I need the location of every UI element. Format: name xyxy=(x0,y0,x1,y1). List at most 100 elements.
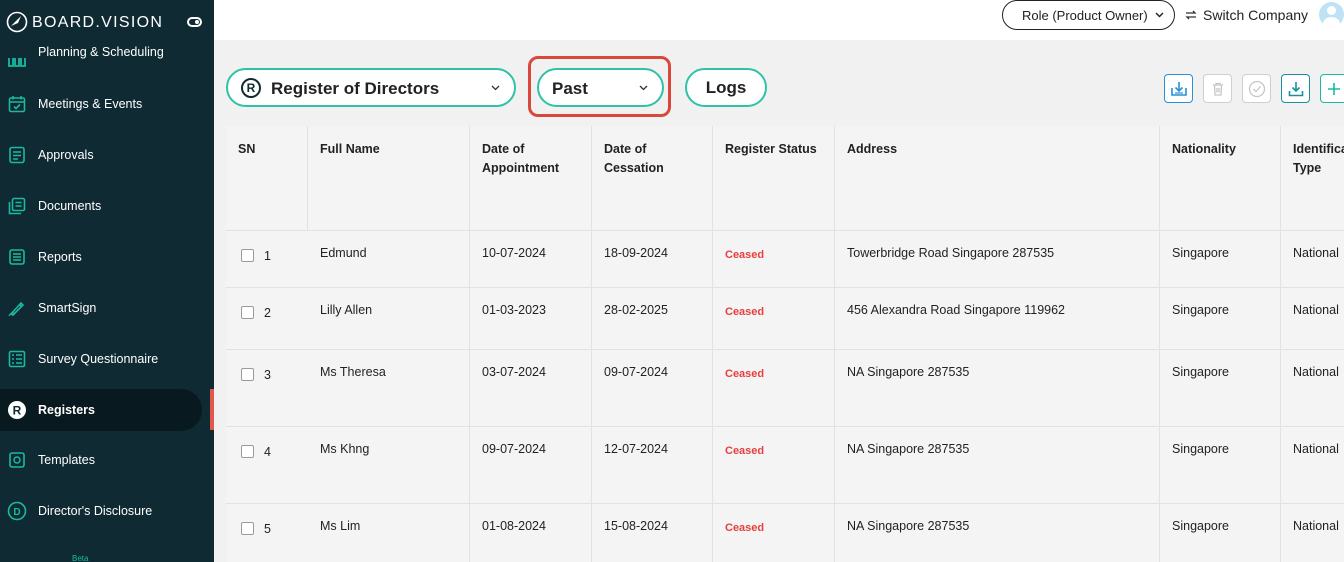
column-header-id-type[interactable]: Identifica Type xyxy=(1281,126,1344,231)
role-dropdown[interactable]: Role (Product Owner) xyxy=(1002,0,1175,30)
row-cessation: 18-09-2024 xyxy=(604,246,668,260)
sidebar-item-label: Approvals xyxy=(38,148,94,162)
active-nav-marker xyxy=(210,389,214,430)
calendar-icon xyxy=(7,94,27,114)
row-id-type: National xyxy=(1293,303,1339,317)
row-sn: 4 xyxy=(264,445,271,459)
row-nationality: Singapore xyxy=(1172,365,1229,379)
table-row[interactable]: 2 Lilly Allen 01-03-2023 28-02-2025 Ceas… xyxy=(226,288,1344,350)
sidebar-item-label: Meetings & Events xyxy=(38,97,143,111)
row-cessation: 28-02-2025 xyxy=(604,303,668,317)
download-button[interactable] xyxy=(1281,74,1310,103)
switch-arrows-icon xyxy=(1185,10,1197,20)
sidebar-item-documents[interactable]: Documents xyxy=(0,185,202,227)
approvals-icon xyxy=(7,145,27,165)
row-status: Ceased xyxy=(725,445,765,457)
sidebar-item-registers[interactable]: R Registers xyxy=(0,389,202,431)
switch-company-button[interactable]: Switch Company xyxy=(1184,5,1308,25)
sidebar-toggle-icon[interactable] xyxy=(187,17,202,27)
row-sn: 5 xyxy=(264,522,271,536)
row-appointment: 10-07-2024 xyxy=(482,246,546,260)
import-button[interactable] xyxy=(1164,74,1193,103)
row-nationality: Singapore xyxy=(1172,442,1229,456)
sidebar-item-label: Reports xyxy=(38,250,82,264)
row-address: NA Singapore 287535 xyxy=(847,442,970,456)
add-button[interactable] xyxy=(1320,74,1344,103)
row-checkbox[interactable] xyxy=(241,445,254,458)
column-header-appointment[interactable]: Date of Appointment xyxy=(470,126,592,231)
status-filter-label: Past xyxy=(552,79,588,98)
row-nationality: Singapore xyxy=(1172,519,1229,533)
table-row[interactable]: 4 Ms Khng 09-07-2024 12-07-2024 Ceased N… xyxy=(226,427,1344,504)
column-header-address[interactable]: Address xyxy=(835,126,1160,231)
column-header-nationality[interactable]: Nationality xyxy=(1160,126,1281,231)
column-header-cessation[interactable]: Date of Cessation xyxy=(592,126,713,231)
disclosure-icon: D xyxy=(7,501,27,521)
import-tray-icon xyxy=(1170,81,1187,96)
sidebar-item-label: Templates xyxy=(38,453,95,467)
table-row[interactable]: 1 Edmund 10-07-2024 18-09-2024 Ceased To… xyxy=(226,231,1344,288)
row-status: Ceased xyxy=(725,522,765,534)
sidebar-item-label: Documents xyxy=(38,199,102,213)
approve-button[interactable] xyxy=(1242,74,1271,103)
sidebar: BOARD.VISION Planning & Scheduling Meeti… xyxy=(0,0,214,562)
switch-company-label: Switch Company xyxy=(1203,7,1309,23)
templates-icon xyxy=(7,450,27,470)
user-avatar[interactable] xyxy=(1319,2,1344,27)
row-name: Ms Lim xyxy=(320,519,361,533)
brand-name: BOARD.VISION xyxy=(32,14,164,31)
column-header-sn[interactable]: SN xyxy=(226,126,308,231)
sidebar-item-smartsign[interactable]: SmartSign xyxy=(0,287,202,329)
register-type-dropdown[interactable]: R Register of Directors xyxy=(226,68,516,107)
row-name: Lilly Allen xyxy=(320,303,373,317)
row-cessation: 15-08-2024 xyxy=(604,519,668,533)
row-checkbox[interactable] xyxy=(241,368,254,381)
sidebar-item-meetings[interactable]: Meetings & Events xyxy=(0,83,202,125)
row-checkbox[interactable] xyxy=(241,522,254,535)
row-appointment: 01-08-2024 xyxy=(482,519,546,533)
row-nationality: Singapore xyxy=(1172,303,1229,317)
row-nationality: Singapore xyxy=(1172,246,1229,260)
table-row[interactable]: 5 Ms Lim 01-08-2024 15-08-2024 Ceased NA… xyxy=(226,504,1344,562)
sidebar-item-reports[interactable]: Reports xyxy=(0,236,202,278)
check-circle-icon xyxy=(1248,80,1265,97)
row-address: Towerbridge Road Singapore 287535 xyxy=(847,246,1055,260)
sidebar-item-disclosure[interactable]: D Director's Disclosure xyxy=(0,490,202,532)
table-row[interactable]: 3 Ms Theresa 03-07-2024 09-07-2024 Cease… xyxy=(226,350,1344,427)
calendar-bars-icon xyxy=(7,53,27,73)
delete-button[interactable] xyxy=(1203,74,1232,103)
status-filter-dropdown[interactable]: Past xyxy=(537,68,664,107)
row-status: Ceased xyxy=(725,368,765,380)
row-name: Ms Theresa xyxy=(320,365,386,379)
role-label: Role (Product Owner) xyxy=(1022,7,1148,23)
row-checkbox[interactable] xyxy=(241,306,254,319)
row-name: Edmund xyxy=(320,246,367,260)
plus-icon xyxy=(1328,82,1340,95)
row-cessation: 09-07-2024 xyxy=(604,365,668,379)
row-sn: 1 xyxy=(264,249,271,263)
top-bar: Role (Product Owner) Switch Company xyxy=(214,0,1344,40)
row-name: Ms Khng xyxy=(320,442,370,456)
logs-button[interactable]: Logs xyxy=(685,68,767,107)
sidebar-item-survey[interactable]: Survey Questionnaire xyxy=(0,338,202,380)
sidebar-item-planning[interactable]: Planning & Scheduling xyxy=(0,32,202,74)
register-type-label: Register of Directors xyxy=(271,79,440,98)
row-checkbox[interactable] xyxy=(241,249,254,262)
chevron-down-icon xyxy=(1155,12,1164,18)
chevron-down-icon xyxy=(639,85,648,91)
row-id-type: National xyxy=(1293,365,1339,379)
table-header-row: SN Full Name Date of Appointment Date of C… xyxy=(226,126,1344,231)
column-header-full-name[interactable]: Full Name xyxy=(308,126,470,231)
sidebar-item-label: SmartSign xyxy=(38,301,97,315)
sidebar-item-templates[interactable]: Templates xyxy=(0,439,202,481)
sidebar-item-label: Director's Disclosure xyxy=(38,504,153,518)
pen-icon xyxy=(7,298,27,318)
row-address: NA Singapore 287535 xyxy=(847,365,970,379)
row-cessation: 12-07-2024 xyxy=(604,442,668,456)
brand-logo-icon xyxy=(6,11,28,33)
column-header-status[interactable]: Register Status xyxy=(713,126,835,231)
row-address: 456 Alexandra Road Singapore 119962 xyxy=(847,303,1065,317)
svg-text:R: R xyxy=(13,404,22,418)
sidebar-item-approvals[interactable]: Approvals xyxy=(0,134,202,176)
row-id-type: National xyxy=(1293,246,1339,260)
